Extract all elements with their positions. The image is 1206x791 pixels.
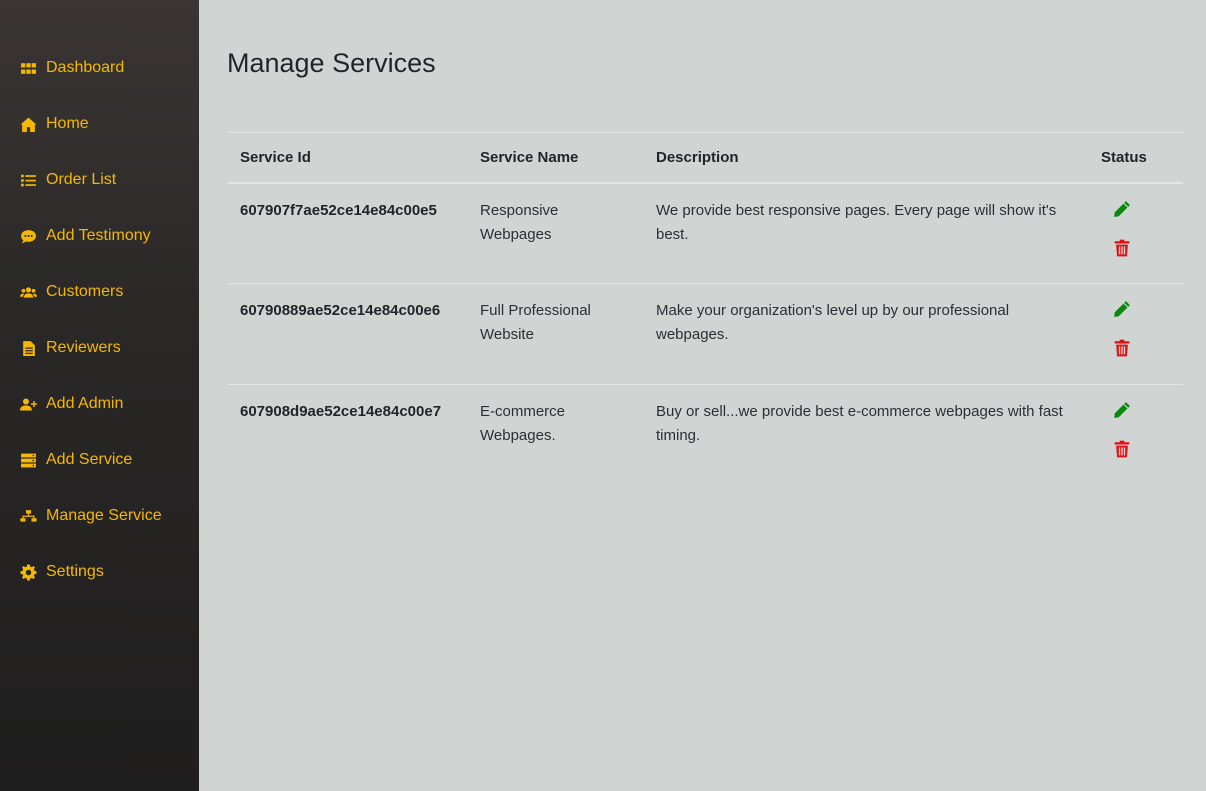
sitemap-icon	[19, 507, 37, 525]
table-header-row: Service Id Service Name Description Stat…	[228, 132, 1183, 184]
sidebar-item-label: Home	[46, 115, 89, 132]
file-icon	[19, 339, 37, 357]
table-row: 60790889ae52ce14e84c00e6 Full Profession…	[228, 283, 1183, 385]
user-plus-icon	[19, 395, 37, 413]
home-icon	[19, 115, 37, 133]
sidebar-item-settings[interactable]: Settings	[0, 544, 199, 600]
sidebar-item-label: Add Testimony	[46, 227, 151, 244]
pencil-icon	[1114, 301, 1130, 317]
trash-icon	[1114, 440, 1130, 458]
sidebar-item-add-service[interactable]: Add Service	[0, 432, 199, 488]
main-content: Manage Services Service Id Service Name …	[199, 0, 1206, 791]
delete-button[interactable]	[1113, 440, 1131, 458]
sidebar-item-label: Customers	[46, 283, 124, 300]
service-name-cell: Full Professional Website	[468, 283, 644, 385]
table-row: 607908d9ae52ce14e84c00e7 E-commerce Webp…	[228, 385, 1183, 486]
services-table: Service Id Service Name Description Stat…	[228, 132, 1183, 486]
service-id-cell: 607907f7ae52ce14e84c00e5	[228, 182, 468, 284]
server-icon	[19, 451, 37, 469]
delete-button[interactable]	[1113, 239, 1131, 257]
page-title: Manage Services	[227, 48, 436, 78]
sidebar-item-label: Reviewers	[46, 339, 121, 356]
users-icon	[19, 283, 37, 301]
column-header-service-name: Service Name	[468, 132, 644, 184]
edit-button[interactable]	[1113, 300, 1131, 318]
comment-icon	[19, 227, 37, 245]
edit-button[interactable]	[1113, 401, 1131, 419]
list-icon	[19, 171, 37, 189]
table-row: 607907f7ae52ce14e84c00e5 Responsive Webp…	[228, 182, 1183, 284]
gear-icon	[19, 563, 37, 581]
trash-icon	[1114, 339, 1130, 357]
sidebar-item-reviewers[interactable]: Reviewers	[0, 320, 199, 376]
sidebar-item-label: Add Admin	[46, 395, 124, 412]
column-header-status: Status	[1089, 132, 1183, 184]
description-cell: Make your organization's level up by our…	[644, 283, 1089, 385]
sidebar-item-dashboard[interactable]: Dashboard	[0, 40, 199, 96]
grid-icon	[19, 59, 37, 77]
service-name-cell: Responsive Webpages	[468, 182, 644, 284]
pencil-icon	[1114, 200, 1130, 217]
status-cell	[1089, 283, 1183, 385]
sidebar-item-label: Dashboard	[46, 59, 125, 76]
column-header-service-id: Service Id	[228, 132, 468, 184]
status-cell	[1089, 385, 1183, 486]
sidebar-item-label: Settings	[46, 563, 104, 580]
trash-icon	[1114, 239, 1130, 256]
sidebar-item-home[interactable]: Home	[0, 96, 199, 152]
sidebar-item-label: Add Service	[46, 451, 133, 468]
pencil-icon	[1114, 402, 1130, 418]
sidebar-item-add-testimony[interactable]: Add Testimony	[0, 208, 199, 264]
status-cell	[1089, 182, 1183, 284]
sidebar-item-add-admin[interactable]: Add Admin	[0, 376, 199, 432]
service-id-cell: 607908d9ae52ce14e84c00e7	[240, 403, 442, 420]
delete-button[interactable]	[1113, 339, 1131, 357]
sidebar-item-customers[interactable]: Customers	[0, 264, 199, 320]
sidebar-item-label: Manage Service	[46, 507, 162, 524]
service-name-cell: E-commerce Webpages.	[480, 403, 566, 444]
sidebar: Dashboard Home Order List Add Testimony …	[0, 0, 199, 791]
sidebar-item-label: Order List	[46, 171, 117, 188]
description-cell: Buy or sell...we provide best e-commerce…	[656, 403, 1063, 444]
sidebar-item-manage-service[interactable]: Manage Service	[0, 488, 199, 544]
edit-button[interactable]	[1113, 200, 1131, 218]
column-header-description: Description	[644, 132, 1089, 184]
sidebar-item-order-list[interactable]: Order List	[0, 152, 199, 208]
description-cell: We provide best responsive pages. Every …	[644, 182, 1089, 284]
service-id-cell: 60790889ae52ce14e84c00e6	[228, 283, 468, 385]
